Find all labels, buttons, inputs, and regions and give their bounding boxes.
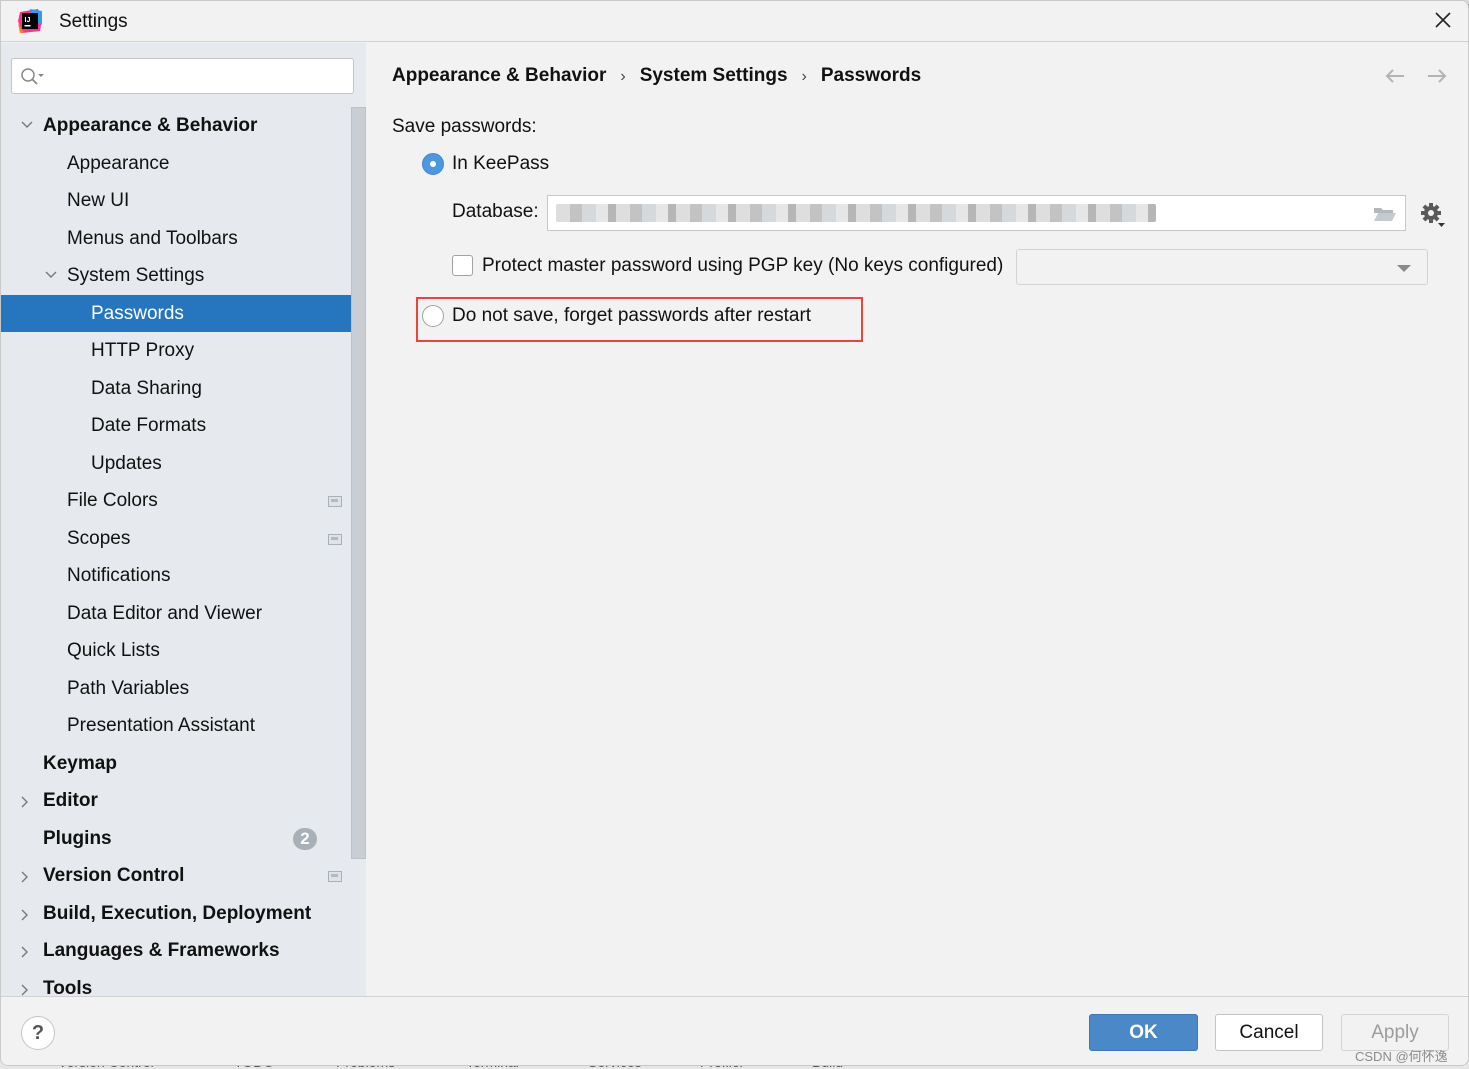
tree-item-appearance-behavior[interactable]: Appearance & Behavior [1, 107, 351, 145]
gear-icon[interactable] [1420, 202, 1446, 228]
tree-item-appearance[interactable]: Appearance [1, 145, 351, 183]
svg-text:IJ: IJ [25, 17, 31, 24]
watermark: CSDN @何怀逸 [1355, 1049, 1448, 1064]
folder-open-icon[interactable] [1373, 205, 1397, 223]
database-label: Database: [452, 201, 539, 222]
chevron-right-icon[interactable] [20, 782, 34, 819]
tree-item-label: Appearance [67, 152, 170, 174]
breadcrumb-separator: › [620, 68, 626, 85]
tree-item-http-proxy[interactable]: HTTP Proxy [1, 332, 351, 370]
redacted-database-path [556, 204, 1156, 222]
tree-item-label: System Settings [67, 265, 205, 286]
tree-item-label: Passwords [91, 302, 184, 324]
tree-item-editor[interactable]: Editor [1, 782, 351, 820]
title-bar: IJ Settings [1, 1, 1468, 42]
tree-item-label: Menus and Toolbars [67, 227, 238, 249]
settings-sidebar: Appearance & Behavior Appearance New UI … [1, 43, 366, 999]
tree-item-label: Date Formats [91, 415, 207, 436]
tree-item-updates[interactable]: Updates [1, 445, 351, 483]
breadcrumb: Appearance & Behavior › System Settings › Pa… [392, 65, 921, 87]
keepass-radio-label[interactable]: In KeePass [452, 153, 549, 175]
help-button[interactable]: ? [21, 1016, 55, 1050]
breadcrumb-separator: › [801, 68, 807, 85]
chevron-down-icon[interactable] [20, 107, 34, 144]
breadcrumb-item[interactable]: System Settings [640, 65, 788, 86]
keepass-radio[interactable] [422, 153, 444, 175]
tree-item-quick-lists[interactable]: Quick Lists [1, 632, 351, 670]
tree-item-label: New UI [67, 190, 130, 211]
database-path-field[interactable] [547, 195, 1406, 231]
breadcrumb-item-current: Passwords [820, 65, 922, 86]
pgp-checkbox[interactable] [452, 255, 473, 276]
search-input[interactable] [48, 63, 348, 89]
tree-item-label: Keymap [43, 752, 117, 774]
project-level-icon [328, 871, 342, 882]
search-field[interactable] [11, 58, 354, 94]
forward-arrow-icon[interactable] [1426, 67, 1448, 85]
intellij-logo-icon: IJ [18, 9, 42, 33]
tree-item-plugins[interactable]: Plugins 2 [1, 820, 351, 858]
tree-item-label: Path Variables [67, 677, 190, 699]
chevron-right-icon[interactable] [20, 895, 34, 932]
tree-item-label: Updates [91, 452, 162, 474]
chevron-down-icon[interactable] [44, 257, 58, 294]
tree-item-path-variables[interactable]: Path Variables [1, 670, 351, 708]
tree-item-label: File Colors [67, 490, 158, 511]
search-icon [21, 68, 44, 85]
tree-item-label: Data Editor and Viewer [67, 602, 263, 624]
settings-tree: Appearance & Behavior Appearance New UI … [1, 107, 366, 1007]
tree-item-label: Languages & Frameworks [43, 940, 280, 961]
tree-item-build-execution-deployment[interactable]: Build, Execution, Deployment [1, 895, 351, 933]
save-passwords-label: Save passwords: [392, 116, 537, 137]
tree-item-label: Editor [43, 790, 98, 811]
tree-item-label: Quick Lists [67, 640, 160, 661]
chevron-right-icon[interactable] [20, 857, 34, 894]
pgp-checkbox-label[interactable]: Protect master password using PGP key (N… [482, 255, 1003, 277]
tree-item-label: Plugins [43, 827, 112, 849]
dialog-footer: ? OK Cancel Apply CSDN @何怀逸 [1, 996, 1468, 1065]
do-not-save-radio-label[interactable]: Do not save, forget passwords after rest… [452, 305, 811, 327]
tree-item-date-formats[interactable]: Date Formats [1, 407, 351, 445]
window-title: Settings [59, 11, 128, 32]
tree-item-file-colors[interactable]: File Colors [1, 482, 351, 520]
tree-item-label: Build, Execution, Deployment [43, 902, 312, 924]
chevron-down-icon [1397, 265, 1411, 272]
breadcrumb-item[interactable]: Appearance & Behavior [392, 65, 606, 86]
tree-item-label: Data Sharing [91, 377, 202, 399]
tree-item-label: Scopes [67, 527, 131, 549]
cancel-button[interactable]: Cancel [1215, 1014, 1323, 1051]
settings-content: Appearance & Behavior › System Settings › Pa… [366, 43, 1468, 996]
tree-item-label: Version Control [43, 865, 185, 886]
sidebar-scrollbar[interactable] [351, 107, 366, 859]
pgp-key-select[interactable] [1016, 249, 1428, 285]
settings-dialog: IJ Settings Appearance & Behavior Appear… [0, 0, 1469, 1066]
project-level-icon [328, 496, 342, 507]
tree-item-label: Presentation Assistant [67, 715, 255, 736]
tree-item-new-ui[interactable]: New UI [1, 182, 351, 220]
tree-item-menus-toolbars[interactable]: Menus and Toolbars [1, 220, 351, 258]
back-arrow-icon[interactable] [1384, 67, 1406, 85]
tree-item-data-editor-viewer[interactable]: Data Editor and Viewer [1, 595, 351, 633]
do-not-save-radio[interactable] [422, 305, 444, 327]
tree-item-data-sharing[interactable]: Data Sharing [1, 370, 351, 408]
tree-item-system-settings[interactable]: System Settings [1, 257, 351, 295]
tree-item-keymap[interactable]: Keymap [1, 745, 351, 783]
close-icon[interactable] [1432, 9, 1454, 31]
tree-item-notifications[interactable]: Notifications [1, 557, 351, 595]
plugins-update-badge: 2 [293, 827, 317, 850]
tree-item-label: Notifications [67, 565, 171, 586]
ok-button[interactable]: OK [1089, 1014, 1198, 1051]
tree-item-scopes[interactable]: Scopes [1, 520, 351, 558]
project-level-icon [328, 533, 342, 545]
tree-item-languages-frameworks[interactable]: Languages & Frameworks [1, 932, 351, 970]
tree-item-label: Appearance & Behavior [43, 115, 258, 136]
chevron-right-icon[interactable] [20, 932, 34, 969]
tree-item-presentation-assistant[interactable]: Presentation Assistant [1, 707, 351, 745]
tree-item-version-control[interactable]: Version Control [1, 857, 351, 895]
tree-item-label: HTTP Proxy [91, 340, 195, 361]
history-navigation [1368, 67, 1448, 90]
tree-item-passwords[interactable]: Passwords [1, 294, 366, 332]
